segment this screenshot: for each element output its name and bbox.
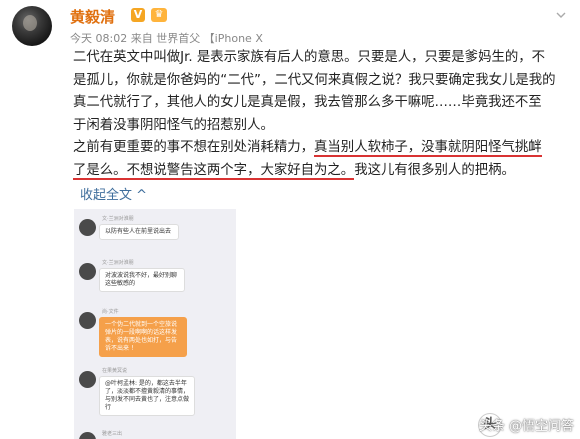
post-text: 二代在英文中叫做Jr. 是表示家族有后人的意思。只要是人，只要是爹妈生的，不 是…	[73, 47, 573, 183]
chat-bubble: @叶柯孟林: 是的，都这去半年了，淡淡都不擅黄毅清的事情，与别发不同去黄也了，注…	[99, 376, 195, 416]
avatar	[79, 432, 96, 439]
chat-sender: 文·兰洲对淮朋	[102, 260, 134, 266]
chat-sender: 尚·文件	[102, 309, 119, 315]
username[interactable]: 黄毅清	[70, 6, 115, 27]
chat-sender: 在果黄冥说	[102, 368, 128, 374]
vip-badge-icon: ♛	[151, 8, 167, 22]
post-line: 之前有更重要的事不想在别处消耗精力，真当别人软柿子，没事就阴阳怪气挑衅	[73, 140, 542, 158]
post-line: 于闲着没事阴阳怪气的招惹别人。	[73, 117, 274, 133]
avatar	[79, 219, 96, 236]
avatar	[79, 263, 96, 280]
post-line: 是孤儿，你就是你爸妈的“二代”，二代又何来真假之说？我只要确定我女儿是我的	[73, 72, 556, 88]
chat-bubble: 一个伪二代就到一个空旅说弹片的一段啊啊的话这样发表，说有两处也如打，与告诉不出来…	[99, 317, 187, 357]
verified-badge-icon: V	[131, 8, 145, 22]
avatar	[79, 312, 96, 329]
post-line: 了是么。不想说警告这两个字，大家好自为之。我这儿有很多别人的把柄。	[73, 162, 515, 180]
watermark-text: 头条 @悟空问答	[478, 419, 574, 434]
underlined-text: 不想说警告这两个字，大家好自为之。	[126, 162, 355, 180]
underlined-text: 了是么。	[73, 162, 127, 180]
underlined-text: 真当别人软柿子，没事就阴阳怪气挑衅	[314, 140, 542, 158]
chat-bubble: 对波波说我不好，最好别聊这些敏感的	[99, 268, 185, 292]
chevron-down-icon[interactable]	[556, 10, 566, 20]
chat-sender: 雅老三出	[102, 431, 123, 437]
post-line: 真二代就行了，其他人的女儿是真是假，我去管那么多干嘛呢……毕竟我还不至	[73, 95, 542, 111]
chat-screenshot-image[interactable]: 文·兰洲对淮朋 以防有些人在前里说出去 文·兰洲对淮朋 对波波说我不好，最好别聊…	[74, 209, 236, 439]
collapse-text-link[interactable]: 收起全文 ^	[80, 184, 147, 203]
post-meta: 今天 08:02 来自 世界首父 【iPhone X	[70, 32, 263, 45]
post-line: 二代在英文中叫做Jr. 是表示家族有后人的意思。只要是人，只要是爹妈生的，不	[73, 50, 546, 65]
post-header: 黄毅清 V ♛ 今天 08:02 来自 世界首父 【iPhone X	[12, 6, 568, 46]
chat-bubble: 以防有些人在前里说出去	[99, 224, 179, 240]
chat-sender: 文·兰洲对淮朋	[102, 216, 134, 222]
avatar	[79, 371, 96, 388]
avatar[interactable]	[12, 6, 52, 46]
